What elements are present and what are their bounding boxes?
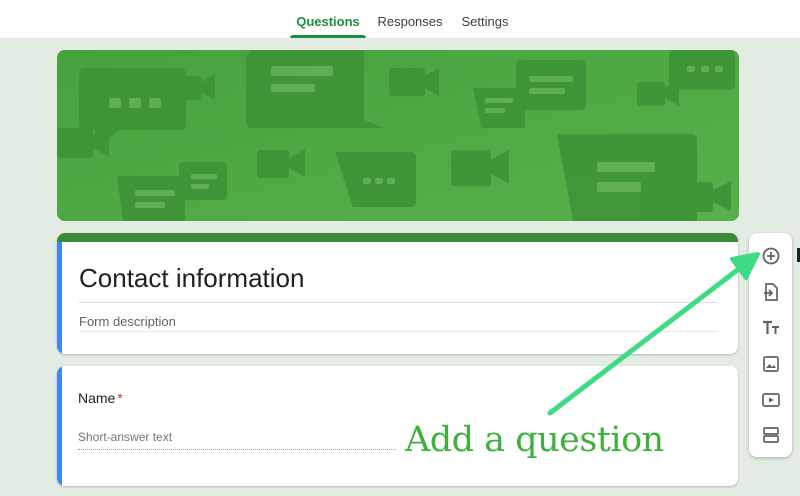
image-icon [762,355,779,372]
tab-settings-label: Settings [461,14,509,29]
annotation-label: Add a question [405,420,664,460]
form-title-card[interactable]: Contact information Form description [57,233,738,354]
floating-toolbar [749,233,792,457]
theme-color-stripe [57,233,738,242]
add-circle-icon [762,247,779,264]
tab-responses-label: Responses [377,14,443,29]
add-title-description-button[interactable] [757,314,784,341]
import-question-icon [763,282,778,301]
tab-responses[interactable]: Responses [372,0,448,38]
section-icon [762,426,779,443]
tab-questions[interactable]: Questions [290,0,366,38]
header-banner-image [57,50,739,221]
question-label: Name [78,390,116,406]
banner-pattern [57,50,739,221]
add-video-button[interactable] [757,386,784,413]
add-image-button[interactable] [757,350,784,377]
title-text-icon [762,320,779,334]
add-question-button[interactable] [757,242,784,269]
focus-indicator [57,242,62,354]
add-section-button[interactable] [757,421,784,448]
tab-questions-label: Questions [296,14,360,29]
question-title[interactable]: Name * [78,390,123,406]
description-underline [79,331,717,332]
short-answer-placeholder: Short-answer text [78,430,173,444]
form-title[interactable]: Contact information [79,263,304,294]
import-questions-button[interactable] [757,278,784,305]
tab-settings[interactable]: Settings [454,0,516,38]
required-asterisk: * [117,390,123,406]
active-tab-indicator [290,35,366,38]
short-answer-underline [78,449,396,450]
video-icon [761,392,780,407]
title-underline [79,302,717,303]
focus-indicator [57,366,62,486]
form-description-field[interactable]: Form description [79,314,176,329]
top-tab-bar: Questions Responses Settings [0,0,800,38]
